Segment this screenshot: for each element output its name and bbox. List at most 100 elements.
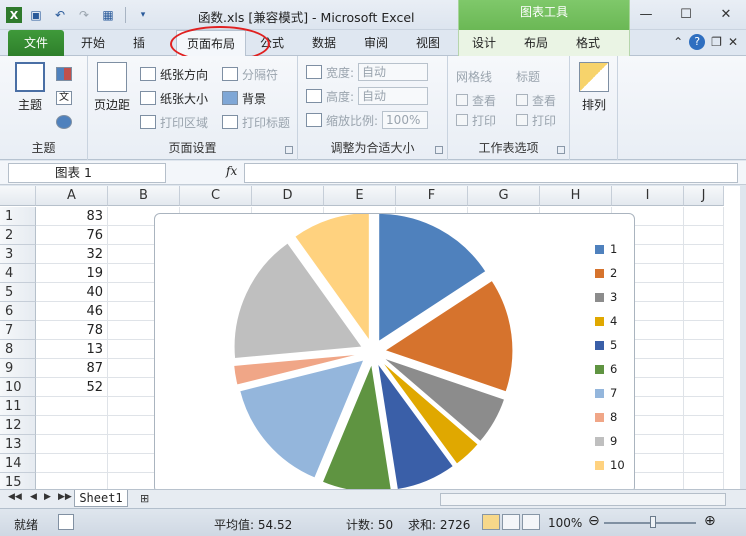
row-header[interactable]: 9 <box>0 359 36 378</box>
column-header[interactable]: B <box>108 186 180 206</box>
legend-item[interactable]: 1 <box>595 242 617 256</box>
normal-view-button[interactable] <box>482 514 500 530</box>
select-all-corner[interactable] <box>0 186 36 206</box>
tab-data[interactable]: 数据 <box>306 30 342 56</box>
row-header[interactable]: 15 <box>0 473 36 489</box>
page-setup-launcher[interactable] <box>285 146 293 154</box>
save-icon[interactable]: ▣ <box>26 5 46 25</box>
grid-cell[interactable] <box>36 397 108 416</box>
tab-file[interactable]: 文件 <box>8 30 64 56</box>
scale-input[interactable]: 100% <box>382 111 429 129</box>
row-header[interactable]: 5 <box>0 283 36 302</box>
pie-chart[interactable]: 1 2 3 4 5 6 7 8 9 10 <box>154 212 635 489</box>
legend-item[interactable]: 2 <box>595 266 617 280</box>
print-titles-button[interactable]: 打印标题 <box>222 112 290 132</box>
tab-insert[interactable]: 插 <box>124 30 154 56</box>
legend-item[interactable]: 9 <box>595 434 617 448</box>
size-button[interactable]: 纸张大小 <box>140 88 208 108</box>
tab-design[interactable]: 设计 <box>469 30 499 56</box>
help-icon[interactable]: ? <box>689 34 706 50</box>
legend-item[interactable]: 7 <box>595 386 617 400</box>
name-box[interactable]: 图表 1 <box>8 163 166 183</box>
row-header[interactable]: 6 <box>0 302 36 321</box>
row-header[interactable]: 3 <box>0 245 36 264</box>
zoom-in-icon[interactable]: ⊕ <box>704 513 716 529</box>
themes-button[interactable]: 主题 <box>10 62 50 113</box>
grid-cell[interactable] <box>684 416 724 435</box>
grid-cell[interactable]: 78 <box>36 321 108 340</box>
macro-record-icon[interactable] <box>58 514 74 530</box>
width-select[interactable]: 自动 <box>358 63 429 81</box>
column-header[interactable]: E <box>324 186 396 206</box>
undo-icon[interactable]: ↶ <box>50 5 70 25</box>
zoom-out-icon[interactable]: ⊖ <box>588 513 600 529</box>
headings-view-checkbox[interactable]: 查看 <box>516 90 556 110</box>
grid-cell[interactable] <box>684 378 724 397</box>
row-header[interactable]: 4 <box>0 264 36 283</box>
grid-cell[interactable] <box>684 397 724 416</box>
close-button[interactable]: ✕ <box>706 0 746 28</box>
customize-qat-icon[interactable]: ▾ <box>133 5 153 25</box>
grid-cell[interactable] <box>684 359 724 378</box>
grid-cell[interactable]: 52 <box>36 378 108 397</box>
maximize-button[interactable]: ☐ <box>666 0 706 28</box>
restore-window-icon[interactable]: ❐ <box>711 35 722 49</box>
grid-cell[interactable]: 19 <box>36 264 108 283</box>
collapse-ribbon-icon[interactable]: ⌃ <box>673 35 683 49</box>
row-header[interactable]: 1 <box>0 207 36 226</box>
grid-cell[interactable]: 46 <box>36 302 108 321</box>
zoom-level[interactable]: 100% <box>548 516 582 530</box>
calculator-icon[interactable]: ▦ <box>98 5 118 25</box>
grid-cell[interactable]: 40 <box>36 283 108 302</box>
theme-fonts-button[interactable]: 文 <box>56 88 72 108</box>
tab-format[interactable]: 格式 <box>573 30 603 56</box>
minimize-button[interactable]: — <box>626 0 666 28</box>
grid-cell[interactable]: 13 <box>36 340 108 359</box>
gridlines-view-checkbox[interactable]: 查看 <box>456 90 496 110</box>
grid-cell[interactable] <box>36 454 108 473</box>
arrange-button[interactable]: 排列 <box>574 62 614 113</box>
background-button[interactable]: 背景 <box>222 88 266 108</box>
grid-cell[interactable] <box>684 321 724 340</box>
row-header[interactable]: 2 <box>0 226 36 245</box>
grid-cell[interactable]: 87 <box>36 359 108 378</box>
legend-item[interactable]: 5 <box>595 338 617 352</box>
legend-item[interactable]: 6 <box>595 362 617 376</box>
row-header[interactable]: 11 <box>0 397 36 416</box>
insert-function-icon[interactable]: fx <box>226 164 237 178</box>
tab-home[interactable]: 开始 <box>72 30 114 56</box>
row-header[interactable]: 14 <box>0 454 36 473</box>
tab-view[interactable]: 视图 <box>410 30 446 56</box>
grid-cell[interactable] <box>36 435 108 454</box>
close-workbook-icon[interactable]: ✕ <box>728 35 738 49</box>
row-header[interactable]: 10 <box>0 378 36 397</box>
sheet-tab-sheet1[interactable]: Sheet1 <box>74 490 128 507</box>
grid-cell[interactable] <box>684 283 724 302</box>
column-header[interactable]: C <box>180 186 252 206</box>
first-sheet-icon[interactable]: ◀◀ <box>8 492 22 502</box>
legend-item[interactable]: 10 <box>595 458 625 472</box>
grid-cell[interactable]: 76 <box>36 226 108 245</box>
grid-cell[interactable] <box>684 207 724 226</box>
grid-cell[interactable] <box>36 416 108 435</box>
margins-button[interactable]: 页边距 <box>92 62 132 113</box>
column-header[interactable]: F <box>396 186 468 206</box>
grid-cell[interactable]: 83 <box>36 207 108 226</box>
next-sheet-icon[interactable]: ▶ <box>44 492 51 502</box>
grid-cell[interactable] <box>684 435 724 454</box>
grid-cell[interactable] <box>684 473 724 489</box>
legend-item[interactable]: 8 <box>595 410 617 424</box>
breaks-button[interactable]: 分隔符 <box>222 64 278 84</box>
theme-effects-button[interactable] <box>56 112 72 132</box>
column-header[interactable]: G <box>468 186 540 206</box>
legend-item[interactable]: 4 <box>595 314 617 328</box>
grid-cell[interactable] <box>36 473 108 489</box>
headings-print-checkbox[interactable]: 打印 <box>516 110 556 130</box>
grid-cell[interactable] <box>684 454 724 473</box>
scale-launcher[interactable] <box>435 146 443 154</box>
horizontal-scrollbar[interactable] <box>440 493 726 506</box>
redo-icon[interactable]: ↷ <box>74 5 94 25</box>
formula-input[interactable] <box>244 163 738 183</box>
page-break-view-button[interactable] <box>522 514 540 530</box>
column-header[interactable]: H <box>540 186 612 206</box>
